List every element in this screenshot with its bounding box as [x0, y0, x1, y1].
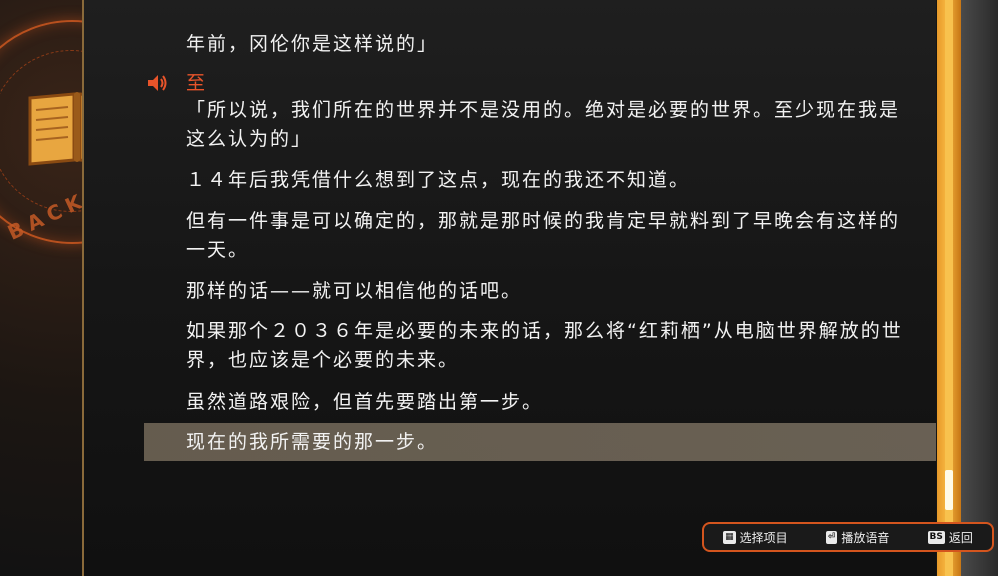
select-key-icon: ▦: [723, 530, 736, 544]
enter-key-icon: ⏎: [825, 530, 838, 544]
backlog-line[interactable]: 那样的话——就可以相信他的话吧。: [186, 277, 916, 306]
play-voice-hint[interactable]: ⏎ 播放语音: [825, 529, 890, 546]
book-icon: [28, 92, 84, 166]
speaker-icon[interactable]: [146, 72, 168, 94]
controls-help-bar: ▦ 选择项目 ⏎ 播放语音 BS 返回: [702, 522, 994, 552]
frame-edge: [961, 0, 998, 576]
scrollbar-thumb[interactable]: [945, 470, 953, 510]
backlog-line[interactable]: １４年后我凭借什么想到了这点，现在的我还不知道。: [186, 166, 916, 195]
select-item-hint[interactable]: ▦ 选择项目: [723, 529, 788, 546]
back-label: 返回: [948, 530, 973, 545]
backlog-line[interactable]: 「所以说，我们所在的世界并不是没用的。绝对是必要的世界。至少现在我是这么认为的」: [186, 96, 916, 154]
play-voice-label: 播放语音: [841, 530, 890, 545]
backlog-line-selected[interactable]: 现在的我所需要的那一步。: [186, 428, 916, 457]
backlog-line[interactable]: 虽然道路艰险，但首先要踏出第一步。: [186, 388, 916, 417]
backlog-line[interactable]: 但有一件事是可以确定的，那就是那时候的我肯定早就料到了早晚会有这样的一天。: [186, 207, 916, 265]
backlog-emblem-panel: BACKL: [0, 0, 84, 576]
back-hint[interactable]: BS 返回: [927, 529, 973, 546]
backlog-line[interactable]: 如果那个２０３６年是必要的未来的话，那么将“红莉栖”从电脑世界解放的世界，也应该…: [186, 317, 916, 375]
select-item-label: 选择项目: [739, 530, 788, 545]
backspace-key-icon: BS: [927, 530, 945, 544]
speaker-name: 至: [186, 72, 206, 94]
backlog-line[interactable]: 年前，冈伦你是这样说的」: [186, 30, 916, 59]
